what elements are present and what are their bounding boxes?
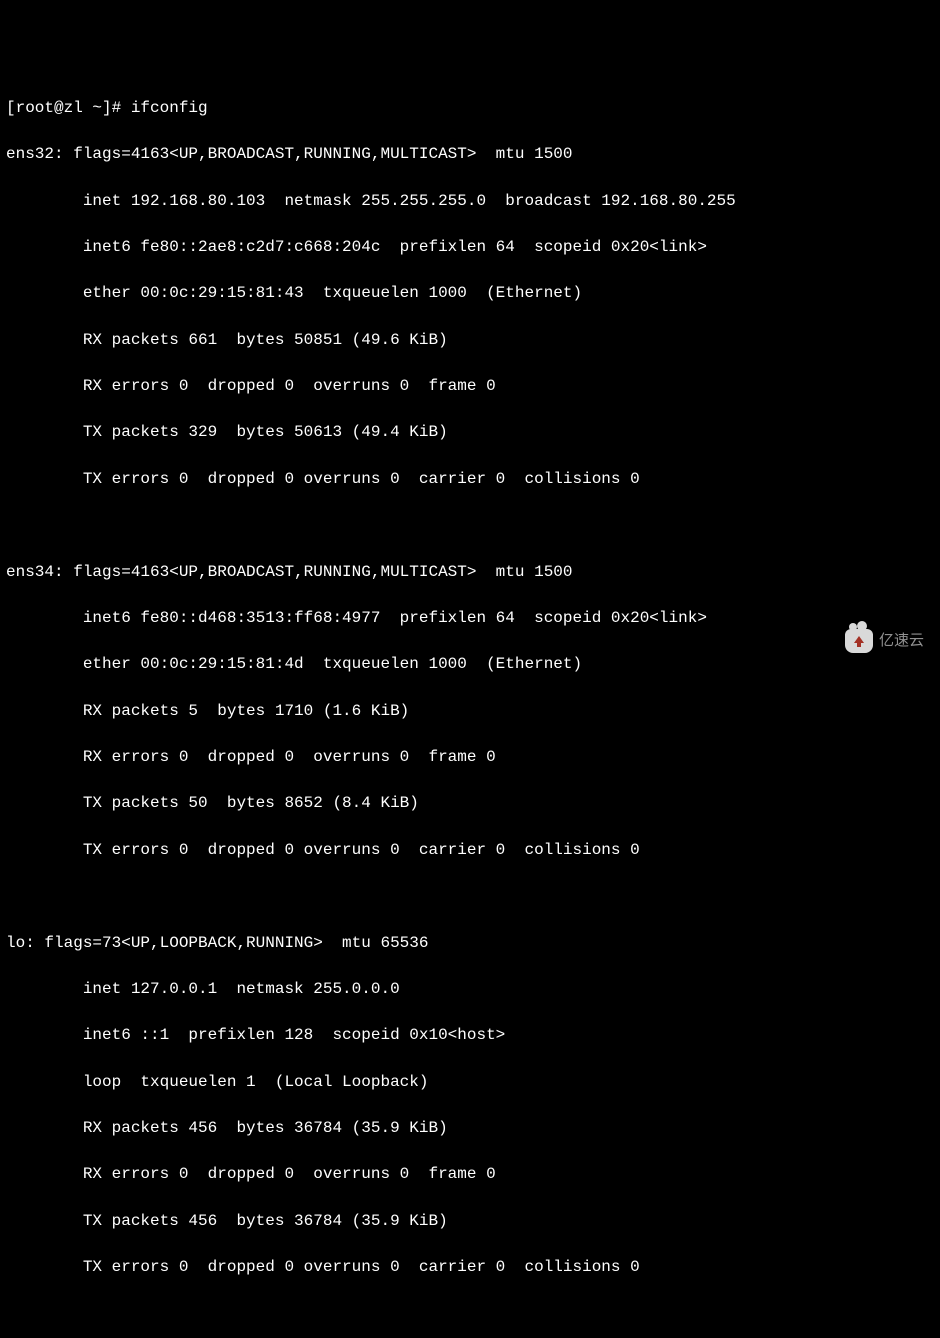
ifconfig-lo-inet6: inet6 ::1 prefixlen 128 scopeid 0x10<hos…: [6, 1024, 934, 1047]
watermark-text: 亿速云: [879, 630, 924, 652]
ifconfig-ens34-tx-errors: TX errors 0 dropped 0 overruns 0 carrier…: [6, 839, 934, 862]
ifconfig-ens32-header: ens32: flags=4163<UP,BROADCAST,RUNNING,M…: [6, 143, 934, 166]
ifconfig-ens34-rx-errors: RX errors 0 dropped 0 overruns 0 frame 0: [6, 746, 934, 769]
ifconfig-ens32-rx-errors: RX errors 0 dropped 0 overruns 0 frame 0: [6, 375, 934, 398]
ifconfig-ens32-rx-packets: RX packets 661 bytes 50851 (49.6 KiB): [6, 329, 934, 352]
ifconfig-ens32-tx-packets: TX packets 329 bytes 50613 (49.4 KiB): [6, 421, 934, 444]
ifconfig-lo-rx-packets: RX packets 456 bytes 36784 (35.9 KiB): [6, 1117, 934, 1140]
ifconfig-lo-tx-errors: TX errors 0 dropped 0 overruns 0 carrier…: [6, 1256, 934, 1279]
ifconfig-ens34-inet6: inet6 fe80::d468:3513:ff68:4977 prefixle…: [6, 607, 934, 630]
blank-line: [6, 885, 934, 908]
ifconfig-ens34-ether: ether 00:0c:29:15:81:4d txqueuelen 1000 …: [6, 653, 934, 676]
cloud-upload-icon: [845, 629, 873, 653]
ifconfig-ens34-header: ens34: flags=4163<UP,BROADCAST,RUNNING,M…: [6, 561, 934, 584]
ifconfig-ens32-inet: inet 192.168.80.103 netmask 255.255.255.…: [6, 190, 934, 213]
ifconfig-lo-rx-errors: RX errors 0 dropped 0 overruns 0 frame 0: [6, 1163, 934, 1186]
ifconfig-lo-loop: loop txqueuelen 1 (Local Loopback): [6, 1071, 934, 1094]
watermark: 亿速云: [845, 629, 924, 653]
blank-line: [6, 514, 934, 537]
ifconfig-lo-tx-packets: TX packets 456 bytes 36784 (35.9 KiB): [6, 1210, 934, 1233]
ifconfig-ens32-tx-errors: TX errors 0 dropped 0 overruns 0 carrier…: [6, 468, 934, 491]
ifconfig-ens32-inet6: inet6 fe80::2ae8:c2d7:c668:204c prefixle…: [6, 236, 934, 259]
ifconfig-lo-inet: inet 127.0.0.1 netmask 255.0.0.0: [6, 978, 934, 1001]
terminal-prompt[interactable]: [root@zl ~]# ifconfig: [6, 97, 934, 120]
ifconfig-ens34-rx-packets: RX packets 5 bytes 1710 (1.6 KiB): [6, 700, 934, 723]
ifconfig-lo-header: lo: flags=73<UP,LOOPBACK,RUNNING> mtu 65…: [6, 932, 934, 955]
ifconfig-ens32-ether: ether 00:0c:29:15:81:43 txqueuelen 1000 …: [6, 282, 934, 305]
ifconfig-ens34-tx-packets: TX packets 50 bytes 8652 (8.4 KiB): [6, 792, 934, 815]
